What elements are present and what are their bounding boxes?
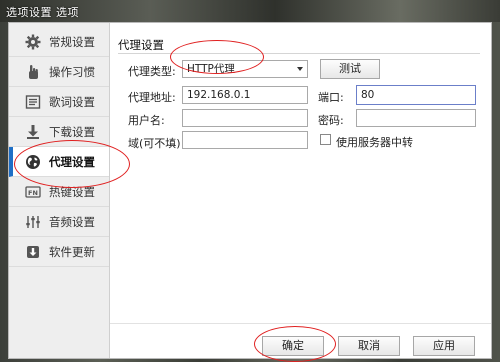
server-relay-label[interactable]: 使用服务器中转 xyxy=(336,134,413,150)
sidebar-item-label: 常规设置 xyxy=(49,34,95,49)
download-icon xyxy=(25,124,41,140)
sidebar-item-general[interactable]: 常规设置 xyxy=(9,27,109,57)
sidebar-item-download[interactable]: 下载设置 xyxy=(9,117,109,147)
equalizer-icon xyxy=(25,214,41,230)
sidebar-item-lyrics[interactable]: 歌词设置 xyxy=(9,87,109,117)
cancel-button[interactable]: 取消 xyxy=(338,336,400,356)
lyrics-icon xyxy=(25,94,41,110)
section-divider xyxy=(118,53,480,54)
password-input[interactable] xyxy=(356,109,476,127)
options-dialog: 常规设置 操作习惯 歌词设置 下载设置 代理设置 FN 热键设置 音频设置 软件… xyxy=(8,22,492,359)
hotkey-icon: FN xyxy=(25,184,41,200)
domain-label: 域(可不填) xyxy=(128,137,181,150)
update-icon xyxy=(25,244,41,260)
proxy-type-select[interactable]: HTTP代理 xyxy=(182,60,308,78)
section-title: 代理设置 xyxy=(118,38,164,52)
proxy-address-label: 代理地址: xyxy=(128,91,176,104)
username-input[interactable] xyxy=(182,109,308,127)
sidebar: 常规设置 操作习惯 歌词设置 下载设置 代理设置 FN 热键设置 音频设置 软件… xyxy=(9,23,110,358)
proxy-type-value: HTTP代理 xyxy=(187,63,235,75)
ok-button[interactable]: 确定 xyxy=(262,336,324,356)
svg-text:FN: FN xyxy=(28,189,38,197)
footer-divider xyxy=(110,323,491,324)
globe-icon xyxy=(25,154,41,170)
proxy-settings-panel: 代理设置 代理类型: HTTP代理 测试 代理地址: 192.168.0.1 端… xyxy=(110,23,491,358)
sidebar-item-label: 软件更新 xyxy=(49,244,95,259)
sidebar-item-label: 歌词设置 xyxy=(49,94,95,109)
proxy-type-label: 代理类型: xyxy=(128,65,176,78)
test-button[interactable]: 测试 xyxy=(320,59,380,79)
sidebar-item-hotkey[interactable]: FN 热键设置 xyxy=(9,177,109,207)
server-relay-checkbox[interactable] xyxy=(320,134,331,145)
sidebar-item-label: 操作习惯 xyxy=(49,64,95,79)
sidebar-item-update[interactable]: 软件更新 xyxy=(9,237,109,267)
sidebar-item-proxy[interactable]: 代理设置 xyxy=(9,147,109,177)
sidebar-item-label: 音频设置 xyxy=(49,214,95,229)
port-input[interactable]: 80 xyxy=(356,85,476,105)
sidebar-item-label: 热键设置 xyxy=(49,184,95,199)
hand-icon xyxy=(25,64,41,80)
sidebar-item-habits[interactable]: 操作习惯 xyxy=(9,57,109,87)
apply-button[interactable]: 应用 xyxy=(413,336,475,356)
sidebar-item-label: 下载设置 xyxy=(49,124,95,139)
sidebar-item-audio[interactable]: 音频设置 xyxy=(9,207,109,237)
password-label: 密码: xyxy=(318,114,344,127)
gear-icon xyxy=(25,34,41,50)
title-bar[interactable]: 选项设置 选项 xyxy=(0,0,500,22)
sidebar-item-label: 代理设置 xyxy=(49,154,95,169)
port-label: 端口: xyxy=(318,91,344,104)
chevron-down-icon xyxy=(297,67,303,71)
username-label: 用户名: xyxy=(128,114,165,127)
domain-input[interactable] xyxy=(182,131,308,149)
proxy-address-input[interactable]: 192.168.0.1 xyxy=(182,86,308,104)
window-title: 选项设置 选项 xyxy=(6,6,79,19)
